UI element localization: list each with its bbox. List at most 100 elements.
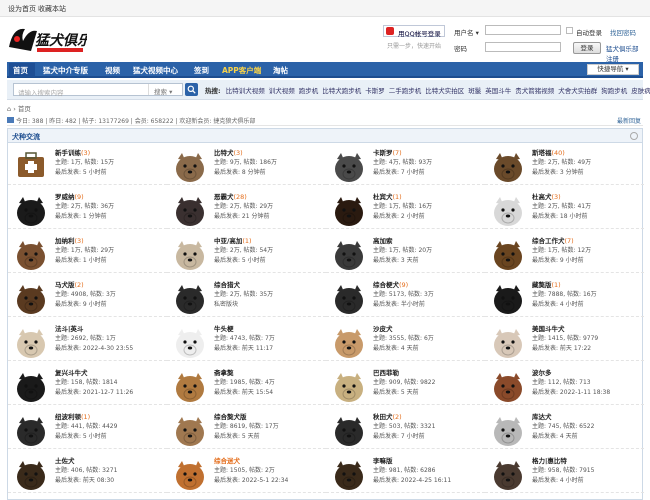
board-title[interactable]: 美国斗牛犬 [532,325,565,333]
board-item[interactable]: 斋拿獒 主题: 1985, 帖数: 4万 最后发表: 前天 15:54 [167,365,326,405]
board-last-post[interactable]: 最后发表: 21 分钟前 [214,211,269,220]
mastiff-photo[interactable] [489,279,527,315]
hot-search-item[interactable]: 斑鬣 [468,87,481,95]
dogo-photo[interactable] [489,191,527,227]
board-last-post[interactable]: 最后发表: 9 小时前 [55,299,107,308]
board-title[interactable]: 沙皮犬 [373,325,393,333]
latest-replies-link[interactable]: 最新回复 [617,116,641,125]
staffy-photo[interactable] [489,147,527,183]
board-title[interactable]: 法斗|英斗 [55,325,83,333]
board-name[interactable]: 高加索 [373,235,393,245]
board-name[interactable]: 斯塔福(40) [532,147,565,157]
board-last-post[interactable]: 最后发表: 7 小时前 [373,167,425,176]
greyhound-photo[interactable] [489,455,527,491]
bookmark-link[interactable]: 收藏本站 [38,4,66,14]
board-item[interactable]: 比特犬(3) 主题: 9万, 帖数: 186万 最后发表: 8 分钟前 [167,145,326,185]
qq-login-button[interactable]: 用QQ帐号登录 [383,25,445,38]
hot-search-item[interactable]: 贵犬箭猪视频 [515,87,554,95]
rottweiler-photo[interactable] [12,191,50,227]
board-title[interactable]: 综合工作犬 [532,237,565,245]
board-last-post[interactable]: 最后发表: 2022-5-1 22:34 [214,475,288,484]
presa-photo[interactable] [12,235,50,271]
search-input[interactable]: 请输入搜索内容 搜索 ▾ [13,83,183,97]
bulldog-photo[interactable] [12,323,50,359]
board-item[interactable]: 巴西菲勒 主题: 909, 帖数: 9822 最后发表: 5 天前 [326,365,485,405]
board-name[interactable]: 李嘛版 [373,455,393,465]
lurcher-photo[interactable] [330,455,368,491]
board-item[interactable]: 卡斯罗(7) 主题: 4万, 帖数: 93万 最后发表: 7 小时前 [326,145,485,185]
board-last-post[interactable]: 最后发表: 3 天前 [373,255,419,264]
board-last-post[interactable]: 最后发表: 2022-4-30 23:55 [55,343,133,352]
set-home-link[interactable]: 设为首页 [8,4,36,14]
board-last-post[interactable]: 最后发表: 5 小时前 [55,167,107,176]
board-item[interactable]: 沙皮犬 主题: 3555, 帖数: 6万 最后发表: 4 天前 [326,321,485,361]
board-item[interactable]: 复兴斗牛犬 主题: 158, 帖数: 1814 最后发表: 2021-12-7 11… [8,365,167,405]
board-last-post[interactable]: 最后发表: 4 小时前 [532,299,584,308]
nav-app[interactable]: APP客户端 [222,65,261,76]
board-last-post[interactable]: 最后发表: 前天 11:17 [214,343,273,352]
hunting-dog-photo[interactable] [171,279,209,315]
quick-nav-button[interactable]: 快捷导航 ▾ [587,64,639,75]
board-title[interactable]: 综合梗犬 [373,281,399,289]
pitbull-photo[interactable] [171,147,209,183]
board-name[interactable]: 罗威纳(9) [55,191,84,201]
board-item[interactable]: 综合梗犬(9) 主题: 5173, 帖数: 3万 最后发表: 半小时前 [326,277,485,317]
board-title[interactable]: 高加索 [373,237,393,245]
board-item[interactable]: 加纳利(3) 主题: 1万, 帖数: 29万 最后发表: 1 小时前 [8,233,167,273]
board-title[interactable]: 马犬版 [55,281,75,289]
board-item[interactable]: 库达犬 主题: 745, 帖数: 6522 最后发表: 4 天前 [485,409,644,449]
board-last-post[interactable]: 最后发表: 4 天前 [532,431,578,440]
board-name[interactable]: 格力|惠比特 [532,455,567,465]
search-scope-select[interactable]: 搜索 ▾ [148,84,183,96]
akita-photo[interactable] [330,411,368,447]
board-item[interactable]: 法斗|英斗 主题: 2692, 帖数: 1万 最后发表: 2022-4-30 23:… [8,321,167,361]
board-item[interactable]: 斯塔福(40) 主题: 2万, 帖数: 49万 最后发表: 3 分钟前 [485,145,644,185]
section-title[interactable]: 犬种交流 [12,132,40,142]
board-title[interactable]: 牛头梗 [214,325,234,333]
board-item[interactable]: 美国斗牛犬 主题: 1415, 帖数: 9779 最后发表: 前天 17:22 [485,321,644,361]
board-title[interactable]: 斋拿獒 [214,369,234,377]
board-title[interactable]: 综合迷犬 [214,457,240,465]
board-item[interactable]: 新手训练(3) 主题: 1万, 帖数: 15万 最后发表: 5 小时前 [8,145,167,185]
board-item[interactable]: 综合迷犬 主题: 1505, 帖数: 2万 最后发表: 2022-5-1 22:34 [167,453,326,493]
malinois-photo[interactable] [12,279,50,315]
board-item[interactable]: 综合工作犬(7) 主题: 1万, 帖数: 12万 最后发表: 9 小时前 [485,233,644,273]
board-name[interactable]: 综合獒犬版 [214,411,247,421]
forgot-password-link[interactable]: 找回密码 [610,27,636,37]
board-item[interactable]: 马犬版(2) 主题: 4908, 帖数: 3万 最后发表: 9 小时前 [8,277,167,317]
hot-search-item[interactable]: 二手跑步机 [389,87,422,95]
nav-taotie[interactable]: 淘帖 [273,65,288,76]
bordeaux-photo[interactable] [489,367,527,403]
board-title[interactable]: 杜高犬 [532,193,552,201]
board-item[interactable]: 杜宾犬(1) 主题: 1万, 帖数: 16万 最后发表: 2 小时前 [326,189,485,229]
board-name[interactable]: 秋田犬(2) [373,411,402,421]
olde-bulldog-photo[interactable] [12,367,50,403]
hot-search-item[interactable]: 比特犬跑步机 [322,87,361,95]
caucasian-shepherd-photo[interactable] [330,235,368,271]
hot-search-item[interactable]: 皮肤病 [631,87,650,95]
fila-photo[interactable] [330,367,368,403]
board-last-post[interactable]: 最后发表: 5 小时前 [55,431,107,440]
board-name[interactable]: 美国斗牛犬 [532,323,565,333]
board-name[interactable]: 恶霸犬(28) [214,191,247,201]
board-title[interactable]: 李嘛版 [373,457,393,465]
login-button[interactable]: 登录 [573,42,601,54]
board-name[interactable]: 比特犬(3) [214,147,243,157]
boerboel-photo[interactable] [171,367,209,403]
board-last-post[interactable]: 最后发表: 9 小时前 [532,255,584,264]
board-title[interactable]: 纽波利顿 [55,413,81,421]
board-title[interactable]: 恶霸犬 [214,193,234,201]
board-name[interactable]: 复兴斗牛犬 [55,367,88,377]
board-item[interactable]: 格力|惠比特 主题: 958, 帖数: 7915 最后发表: 4 小时前 [485,453,644,493]
board-item[interactable]: 中亚/高加(1) 主题: 2万, 帖数: 54万 最后发表: 5 小时前 [167,233,326,273]
board-name[interactable]: 综合梗犬(9) [373,279,408,289]
board-title[interactable]: 斯塔福 [532,149,552,157]
sharpei-photo[interactable] [330,323,368,359]
nav-checkin[interactable]: 签到 [194,65,209,76]
username-input[interactable] [485,25,561,35]
board-last-post[interactable]: 最后发表: 8 分钟前 [214,167,266,176]
working-dog-photo[interactable] [489,235,527,271]
board-title[interactable]: 藏獒版 [532,281,552,289]
hot-search-item[interactable]: 狗跑步机 [601,87,627,95]
nav-agent-board[interactable]: 猛犬中介专版 [43,65,88,76]
